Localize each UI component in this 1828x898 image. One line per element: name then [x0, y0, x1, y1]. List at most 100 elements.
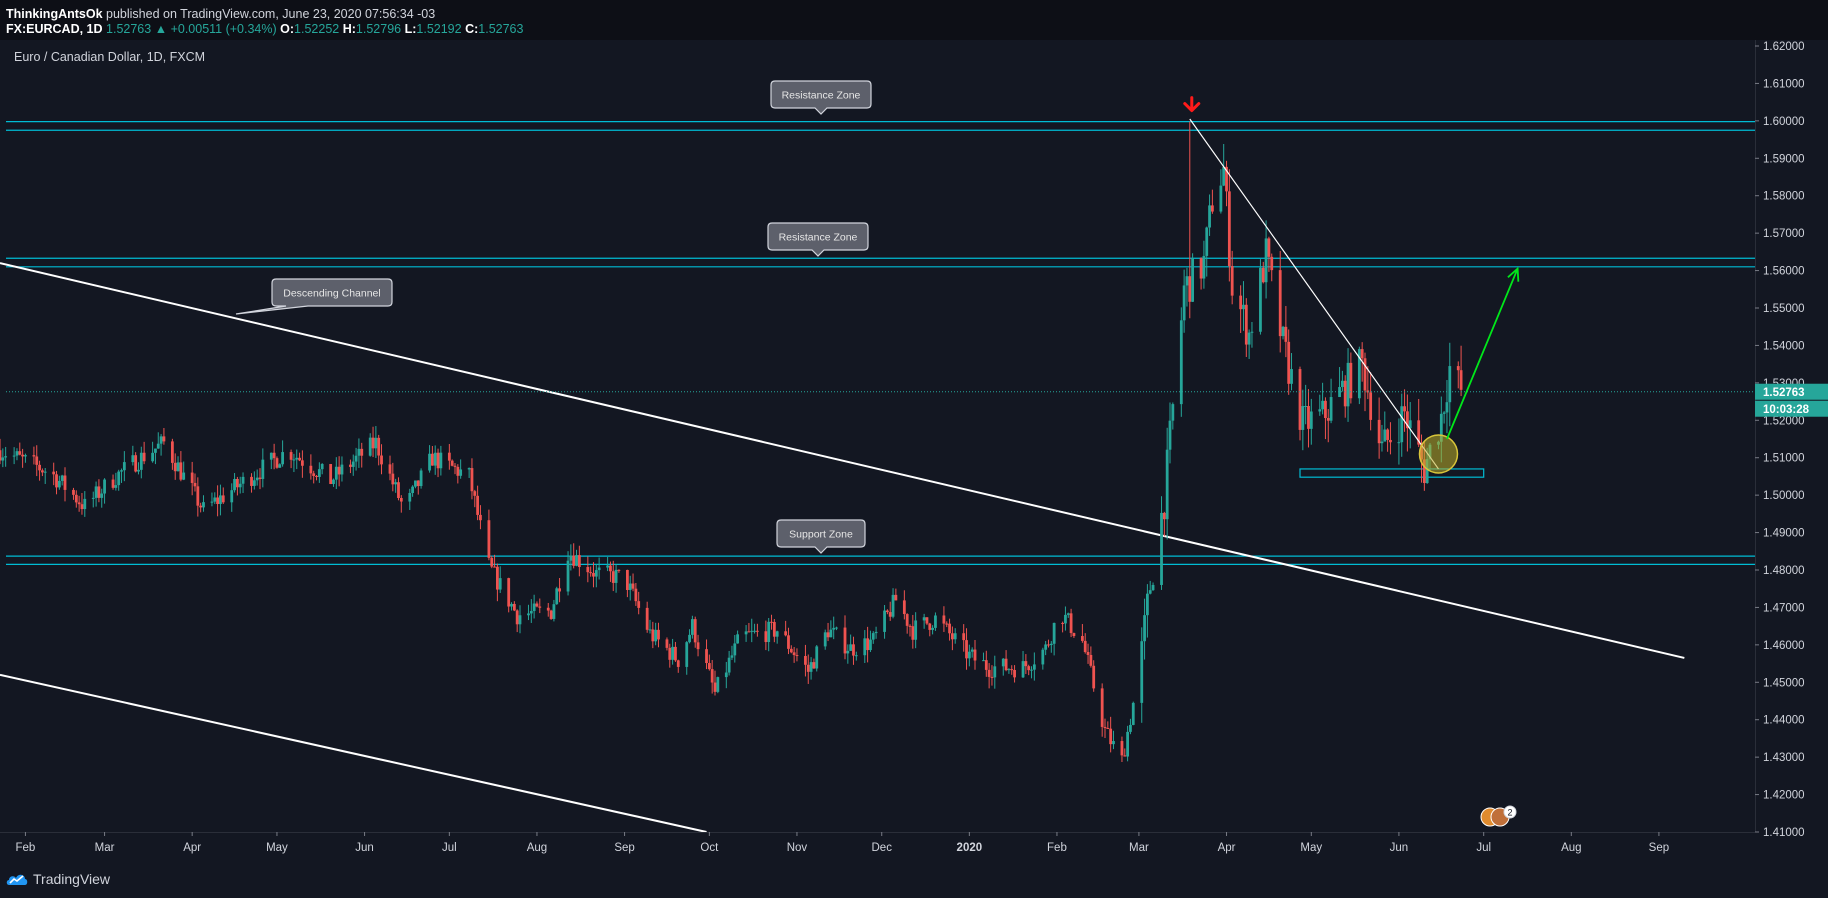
- candle-body: [1459, 370, 1463, 390]
- candle-body: [1013, 669, 1016, 678]
- time-tick-label: 2020: [957, 842, 983, 854]
- candle-body: [727, 657, 731, 673]
- candle-body: [651, 629, 655, 642]
- candle-body: [631, 583, 635, 589]
- candle-body: [18, 451, 22, 455]
- candle-body: [447, 452, 451, 461]
- candle-body: [515, 610, 519, 625]
- candle-body: [1089, 654, 1093, 666]
- candle-body: [1202, 255, 1206, 279]
- candle-body: [176, 462, 180, 472]
- candle-body: [493, 566, 496, 568]
- candle-body: [594, 570, 598, 577]
- candle-body: [967, 651, 971, 659]
- ohlc-line: FX:EURCAD, 1D 1.52763 ▲ +0.00511 (+0.34%…: [6, 22, 523, 36]
- candle-body: [1210, 205, 1214, 212]
- candle-body: [747, 631, 751, 633]
- candle-body: [558, 588, 561, 592]
- candle-body: [866, 638, 870, 651]
- author-name[interactable]: ThinkingAntsOk: [6, 7, 103, 21]
- candle-body: [775, 631, 779, 637]
- tradingview-logo[interactable]: TradingView: [6, 871, 110, 887]
- candle-body: [230, 490, 234, 503]
- candle-body: [527, 613, 530, 616]
- price-tick-label: 1.46000: [1763, 640, 1805, 652]
- candle-body: [617, 569, 621, 571]
- candle-body: [609, 565, 612, 572]
- time-tick-label: Dec: [872, 842, 893, 854]
- candle-body: [57, 480, 61, 488]
- price-tick-label: 1.50000: [1763, 490, 1805, 502]
- candle-body: [716, 677, 720, 692]
- candle-body: [1145, 593, 1149, 616]
- candle-body: [1318, 409, 1322, 412]
- candle-body: [789, 648, 793, 653]
- candle-body: [1307, 405, 1310, 429]
- candle-body: [755, 630, 759, 632]
- candle-body: [337, 466, 341, 475]
- price-tick-label: 1.45000: [1763, 677, 1805, 689]
- candle-body: [950, 633, 954, 640]
- candle-body: [1080, 636, 1084, 641]
- candle-body: [928, 623, 932, 630]
- price-tick-label: 1.54000: [1763, 340, 1805, 352]
- candle: [1259, 259, 1262, 335]
- candle-body: [806, 664, 810, 672]
- time-tick-label: Mar: [95, 842, 115, 854]
- price-tick-label: 1.48000: [1763, 565, 1805, 577]
- candle-body: [832, 627, 836, 630]
- candle-body: [202, 502, 205, 508]
- candle-body: [408, 493, 412, 502]
- candle-body: [1171, 404, 1175, 421]
- candle-body: [931, 627, 935, 630]
- price-chart[interactable]: Euro / Canadian Dollar, 1D, FXCM Resistan…: [0, 40, 1828, 860]
- candle-body: [908, 625, 912, 627]
- candle-body: [1284, 326, 1288, 342]
- callout-text: Descending Channel: [283, 288, 380, 300]
- candle-body: [546, 607, 550, 611]
- candle-body: [1349, 362, 1353, 399]
- candle: [1179, 307, 1183, 417]
- candle-body: [902, 600, 906, 615]
- candle-body: [1270, 256, 1274, 271]
- candle-body: [707, 663, 711, 670]
- candle-body: [730, 655, 734, 658]
- time-axis: Feb Mar Apr May Jun Jul Aug Sep Oct Nov Dec 2020 Feb…: [0, 832, 1755, 854]
- candle-body: [312, 473, 316, 476]
- candle-body: [1007, 669, 1011, 671]
- candle-body: [131, 455, 135, 463]
- candle-body: [1182, 285, 1186, 321]
- candle-body: [835, 627, 838, 629]
- candle-body: [1021, 661, 1025, 678]
- candle-body: [1030, 669, 1033, 671]
- candle-body: [532, 603, 536, 612]
- candle-body: [433, 452, 437, 466]
- candle-body: [272, 452, 276, 459]
- candle-body: [784, 631, 788, 636]
- candle-body: [1377, 419, 1381, 444]
- candle-body: [871, 633, 875, 640]
- candle-body: [100, 493, 104, 498]
- high-value: 1.52796: [355, 22, 402, 36]
- candle-body: [1242, 304, 1245, 310]
- candle: [716, 676, 720, 694]
- footer-brand: TradingView: [33, 871, 111, 887]
- high-label: H:: [342, 22, 356, 36]
- candle-body: [569, 555, 573, 561]
- candle-body: [575, 555, 578, 566]
- candle-body: [637, 601, 641, 608]
- candle-body: [428, 453, 431, 471]
- candle-body: [1131, 702, 1135, 725]
- candle-body: [586, 567, 590, 573]
- candle-body: [874, 631, 878, 634]
- candle-body: [843, 627, 847, 654]
- candle-body: [688, 634, 691, 643]
- candle-body: [1230, 266, 1234, 296]
- candle-body: [134, 455, 138, 472]
- close-label: C:: [465, 22, 479, 36]
- candle-body: [411, 486, 415, 494]
- candle-body: [4, 456, 8, 458]
- candle-body: [1123, 755, 1127, 757]
- candle-body: [55, 474, 58, 488]
- candle-body: [795, 655, 799, 657]
